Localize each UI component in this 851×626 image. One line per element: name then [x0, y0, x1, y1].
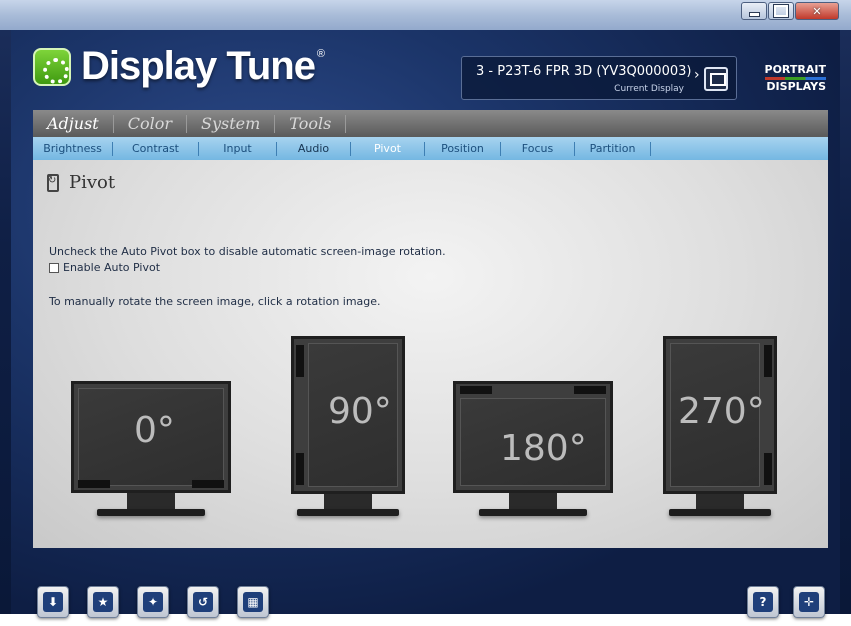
bezel-mark	[764, 345, 772, 377]
bezel-mark	[574, 386, 606, 394]
bottom-toolbar: ⬇ ★ ✦ ↺ ▦ ? ✛	[33, 548, 828, 626]
bezel-mark	[296, 345, 304, 377]
rotation-270-button[interactable]: 270°	[663, 336, 777, 517]
next-display-arrow-icon[interactable]: ›	[694, 67, 700, 83]
subtab-input[interactable]: Input	[199, 141, 277, 156]
gear-logo-icon	[33, 47, 71, 86]
monitor-neck	[696, 494, 744, 510]
brand-line2: DISPLAYS	[766, 80, 826, 93]
tab-adjust[interactable]: Adjust	[33, 114, 114, 133]
app-body: Display Tune ® 3 - P23T-6 FPR 3D (YV3Q00…	[11, 30, 840, 618]
bezel-mark	[192, 480, 224, 488]
bezel-mark	[460, 386, 492, 394]
manual-rotation-instruction: To manually rotate the screen image, cli…	[49, 295, 381, 308]
support-button[interactable]: ✛	[793, 586, 825, 618]
help-icon: ?	[753, 592, 773, 612]
monitor-screen: 270°	[663, 336, 777, 494]
bezel-mark	[296, 453, 304, 485]
maximize-icon	[769, 3, 793, 19]
sub-tabs: Brightness Contrast Input Audio Pivot Po…	[33, 137, 828, 160]
page-title: Pivot	[69, 172, 116, 193]
reset-button[interactable]: ↺	[187, 586, 219, 618]
rotation-90-label: 90°	[328, 391, 392, 432]
app-window: ✕ Display Tune ® 3 - P23T-6 FPR 3D (YV3Q…	[0, 0, 851, 618]
favorites-button[interactable]: ★	[87, 586, 119, 618]
main-tabs: Adjust Color System Tools	[33, 110, 828, 137]
current-display-name: 3 - P23T-6 FPR 3D (YV3Q000003)	[476, 64, 692, 79]
display-switch-icon[interactable]	[704, 67, 728, 91]
close-icon: ✕	[812, 4, 822, 18]
subtab-contrast[interactable]: Contrast	[113, 141, 199, 156]
monitor-screen: 0°	[71, 381, 231, 493]
window-controls: ✕	[740, 2, 839, 20]
app-logo: Display Tune ®	[33, 44, 325, 89]
tab-tools[interactable]: Tools	[275, 114, 347, 133]
monitor-screen: 180°	[453, 381, 613, 493]
checkbox-label[interactable]: Enable Auto Pivot	[63, 261, 160, 274]
subtab-audio[interactable]: Audio	[277, 141, 351, 156]
subtab-partition[interactable]: Partition	[575, 141, 651, 156]
save-settings-button[interactable]: ⬇	[37, 586, 69, 618]
monitor-neck	[324, 494, 372, 510]
monitor-base	[297, 509, 399, 516]
display-preset-button[interactable]: ✦	[137, 586, 169, 618]
rotation-0-button[interactable]: 0°	[71, 381, 231, 517]
bezel-mark	[764, 453, 772, 485]
monitor-base	[669, 509, 771, 516]
rotation-270-label: 270°	[678, 391, 765, 432]
portrait-displays-logo: PORTRAIT DISPLAYS	[764, 63, 826, 93]
tab-color[interactable]: Color	[114, 114, 187, 133]
reset-icon: ↺	[193, 592, 213, 612]
pivot-icon	[47, 173, 59, 192]
keyboard-icon: ▦	[243, 592, 263, 612]
keyboard-button[interactable]: ▦	[237, 586, 269, 618]
checkbox-box[interactable]	[49, 262, 59, 273]
subtab-brightness[interactable]: Brightness	[33, 141, 113, 156]
minimize-button[interactable]	[741, 2, 767, 20]
registered-mark: ®	[316, 48, 325, 60]
monitor-screen: 90°	[291, 336, 405, 494]
display-selector[interactable]: 3 - P23T-6 FPR 3D (YV3Q000003) Current D…	[461, 56, 737, 100]
pivot-heading: Pivot	[47, 172, 115, 193]
lifebuoy-icon: ✛	[799, 592, 819, 612]
auto-pivot-checkbox[interactable]: Enable Auto Pivot	[49, 261, 160, 274]
minimize-icon	[742, 3, 766, 19]
rotation-0-label: 0°	[134, 410, 175, 451]
current-display-label: Current Display	[614, 84, 684, 94]
close-button[interactable]: ✕	[795, 2, 839, 20]
subtab-pivot[interactable]: Pivot	[351, 141, 425, 156]
rotation-180-button[interactable]: 180°	[453, 381, 613, 517]
app-title: Display Tune	[81, 44, 316, 88]
monitor-star-icon: ✦	[143, 592, 163, 612]
tab-system[interactable]: System	[187, 114, 276, 133]
download-icon: ⬇	[43, 592, 63, 612]
rotation-180-label: 180°	[500, 428, 587, 469]
help-button[interactable]: ?	[747, 586, 779, 618]
brand-line1: PORTRAIT	[764, 63, 826, 76]
rotation-90-button[interactable]: 90°	[291, 336, 405, 517]
bezel-mark	[78, 480, 110, 488]
pivot-panel: Pivot Uncheck the Auto Pivot box to disa…	[33, 160, 828, 548]
title-bar[interactable]: ✕	[0, 0, 851, 30]
maximize-button[interactable]	[768, 2, 794, 20]
star-icon: ★	[93, 592, 113, 612]
monitor-base	[97, 509, 205, 516]
auto-pivot-instruction: Uncheck the Auto Pivot box to disable au…	[49, 245, 446, 258]
subtab-focus[interactable]: Focus	[501, 141, 575, 156]
subtab-position[interactable]: Position	[425, 141, 501, 156]
monitor-base	[479, 509, 587, 516]
